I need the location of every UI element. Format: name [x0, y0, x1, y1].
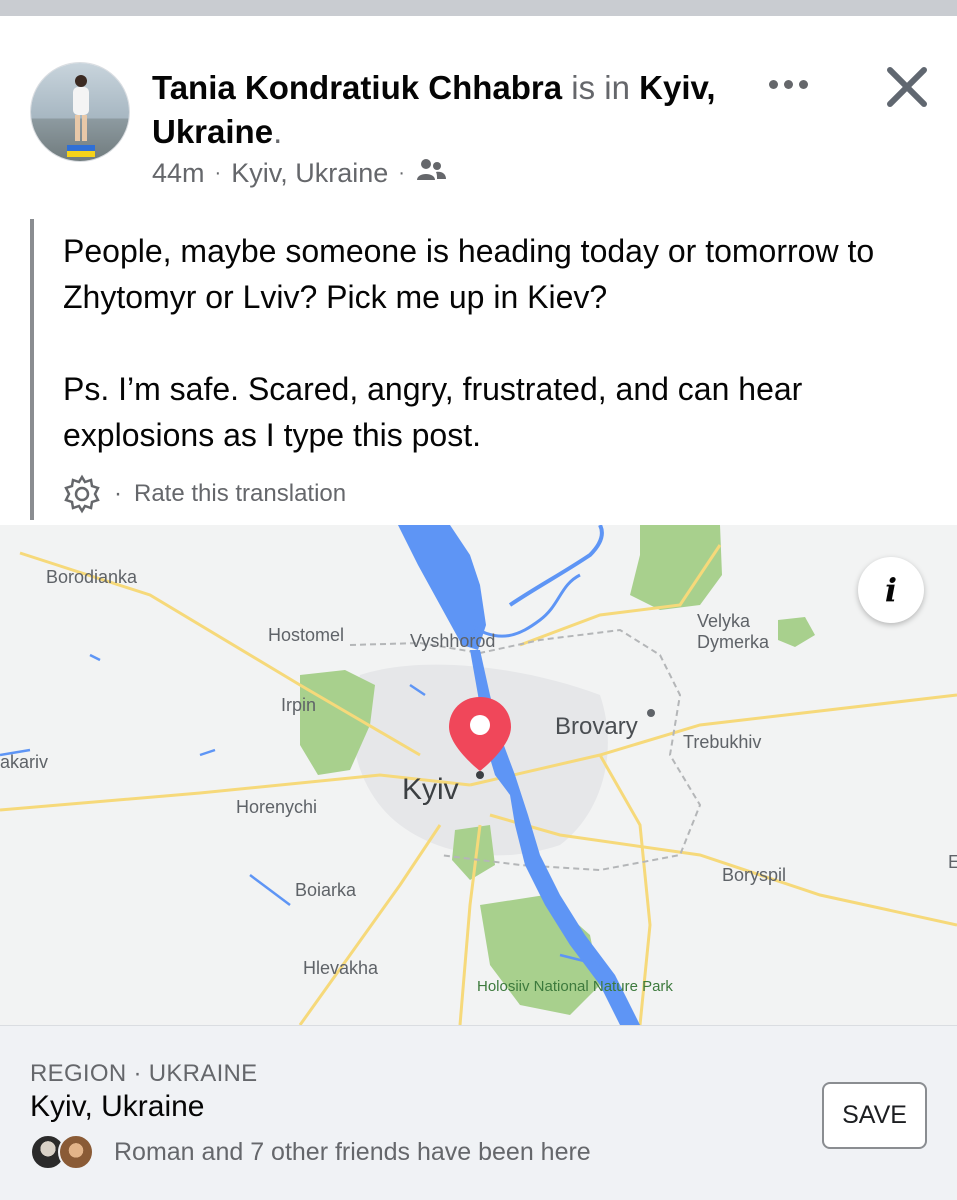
region-label: REGION · UKRAINE: [30, 1060, 258, 1087]
friends-icon: [415, 157, 447, 190]
save-button[interactable]: SAVE: [822, 1082, 927, 1149]
map-label-boryspil: Boryspil: [722, 865, 787, 885]
post-title: Tania Kondratiuk Chhabra is in Kyiv, Ukr…: [152, 66, 752, 154]
map-info-button[interactable]: i: [858, 557, 924, 623]
gear-icon[interactable]: [62, 474, 102, 514]
map-label-brovary: Brovary: [555, 713, 638, 740]
post-body: People, maybe someone is heading today o…: [63, 233, 875, 453]
more-options-icon[interactable]: [762, 66, 814, 102]
map-label-horenychi: Horenychi: [236, 797, 318, 817]
location-pin-icon: [447, 695, 513, 781]
post-meta: 44m · Kyiv, Ukraine ·: [152, 157, 447, 190]
translation-options: · Rate this translation: [62, 474, 346, 514]
rate-translation-link[interactable]: Rate this translation: [134, 480, 346, 508]
map-label-velyka-dymerka: Velyka Dymerka: [697, 611, 770, 652]
close-icon[interactable]: [880, 60, 934, 114]
place-name[interactable]: Kyiv, Ukraine: [30, 1090, 205, 1124]
map-label-boiarka: Boiarka: [295, 880, 357, 900]
is-in-text: is in: [571, 69, 630, 106]
place-footer: REGION · UKRAINE Kyiv, Ukraine Roman and…: [0, 1025, 957, 1200]
timestamp[interactable]: 44m: [152, 158, 205, 189]
location-map[interactable]: Borodianka Hostomel Vyshhorod Velyka Dym…: [0, 525, 957, 1025]
post-header: Tania Kondratiuk Chhabra is in Kyiv, Ukr…: [0, 16, 957, 206]
top-strip: [0, 0, 957, 16]
friend-avatars: [30, 1134, 102, 1170]
map-label-makariv: akariv: [0, 752, 49, 772]
author-name[interactable]: Tania Kondratiuk Chhabra: [152, 69, 562, 106]
map-label-edge: E: [948, 852, 957, 872]
translation-quote-bar: [30, 219, 34, 520]
map-label-park: Holosiiv National Nature Park: [477, 978, 673, 995]
author-avatar[interactable]: [30, 62, 130, 162]
map-label-trebukhiv: Trebukhiv: [683, 732, 762, 752]
meta-separator: ·: [214, 162, 222, 184]
translation-separator: ·: [114, 480, 122, 507]
map-label-borodianka: Borodianka: [46, 567, 138, 587]
friend-avatar[interactable]: [58, 1134, 94, 1170]
map-label-hlevakha: Hlevakha: [303, 958, 379, 978]
meta-separator: ·: [398, 162, 405, 184]
map-label-vyshhorod: Vyshhorod: [410, 631, 496, 651]
friends-text: Roman and 7 other friends have been here: [114, 1137, 591, 1166]
title-period: .: [273, 113, 283, 150]
map-label-hostomel: Hostomel: [268, 625, 345, 645]
friends-visited: Roman and 7 other friends have been here: [30, 1134, 591, 1170]
meta-location[interactable]: Kyiv, Ukraine: [231, 158, 388, 189]
map-label-irpin: Irpin: [281, 695, 317, 715]
